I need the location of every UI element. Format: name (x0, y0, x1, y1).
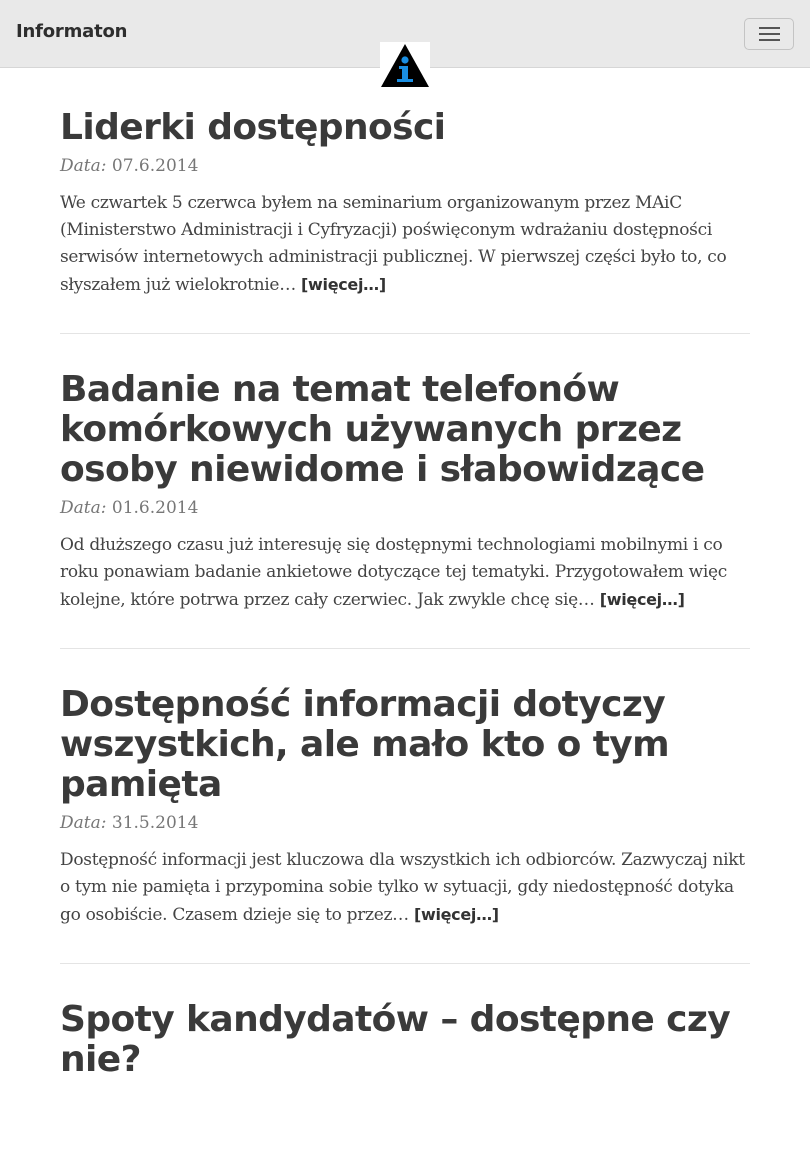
post-title[interactable]: Spoty kandydatów – dostępne czy nie? (60, 1000, 750, 1080)
read-more-link[interactable]: [więcej…] (414, 905, 499, 924)
date-label: Data: (60, 156, 107, 176)
date-value: 07.6.2014 (111, 156, 199, 176)
post-excerpt: Od dłuższego czasu już interesuję się do… (60, 532, 750, 614)
post-title[interactable]: Badanie na temat telefonów komórkowych u… (60, 370, 750, 490)
post-title[interactable]: Dostępność informacji dotyczy wszystkich… (60, 685, 750, 805)
date-label: Data: (60, 498, 107, 518)
post-entry: Liderki dostępności Data: 07.6.2014 We c… (60, 108, 750, 334)
post-entry: Badanie na temat telefonów komórkowych u… (60, 370, 750, 649)
date-label: Data: (60, 813, 107, 833)
date-value: 31.5.2014 (111, 813, 199, 833)
site-logo-icon[interactable] (380, 42, 430, 88)
post-excerpt: We czwartek 5 czerwca byłem na seminariu… (60, 190, 750, 299)
date-value: 01.6.2014 (111, 498, 199, 518)
read-more-link[interactable]: [więcej…] (600, 590, 685, 609)
post-date: Data: 01.6.2014 (60, 496, 750, 520)
excerpt-text: Dostępność informacji jest kluczowa dla … (60, 850, 745, 925)
menu-toggle-button[interactable] (744, 18, 794, 50)
post-excerpt: Dostępność informacji jest kluczowa dla … (60, 847, 750, 929)
read-more-link[interactable]: [więcej…] (301, 275, 386, 294)
post-date: Data: 31.5.2014 (60, 811, 750, 835)
post-entry: Dostępność informacji dotyczy wszystkich… (60, 685, 750, 964)
post-title[interactable]: Liderki dostępności (60, 108, 750, 148)
excerpt-text: We czwartek 5 czerwca byłem na seminariu… (60, 193, 727, 295)
post-entry: Spoty kandydatów – dostępne czy nie? (60, 1000, 750, 1114)
post-list: Liderki dostępności Data: 07.6.2014 We c… (60, 108, 750, 1150)
post-date: Data: 07.6.2014 (60, 154, 750, 178)
site-brand-link[interactable]: Informaton (16, 21, 127, 42)
